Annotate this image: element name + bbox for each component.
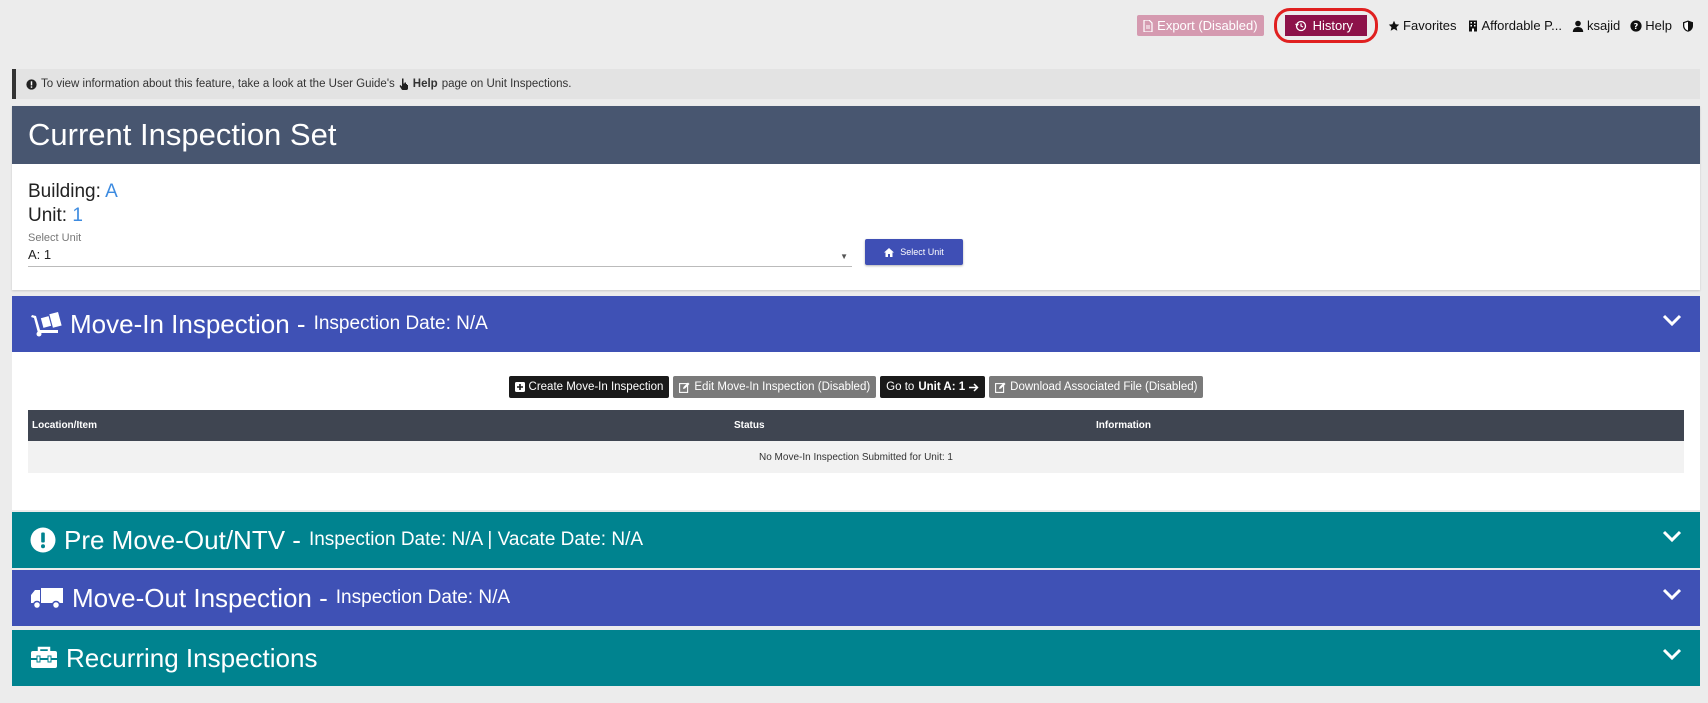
building-value: A [105, 181, 118, 202]
select-unit-label: Select Unit [28, 232, 82, 244]
column-status: Status [734, 420, 765, 431]
page-title: Current Inspection Set [28, 117, 337, 152]
export-button[interactable]: Export (Disabled) [1137, 15, 1264, 36]
affordable-link[interactable]: Affordable P... [1467, 18, 1562, 33]
download-file-button[interactable]: Download Associated File (Disabled) [989, 376, 1204, 398]
history-label: History [1312, 18, 1354, 33]
unit-value: 1 [72, 205, 83, 226]
toolbox-icon [31, 646, 57, 668]
pre-move-out-section-header[interactable]: Pre Move-Out/NTV - Inspection Date: N/A … [12, 512, 1700, 568]
current-inspection-set-card: Current Inspection Set Building: A Unit:… [12, 106, 1700, 290]
edit-move-in-button[interactable]: Edit Move-In Inspection (Disabled) [673, 376, 877, 398]
move-in-section-body: Create Move-In Inspection Edit Move-In I… [12, 352, 1700, 510]
column-location-item: Location/Item [32, 420, 98, 431]
move-in-section-header[interactable]: Move-In Inspection - Inspection Date: N/… [12, 296, 1700, 352]
caret-down-icon: ▼ [840, 252, 848, 261]
recurring-title: Recurring Inspections [66, 642, 318, 673]
history-highlight: History [1273, 8, 1379, 43]
exclamation-circle-icon [30, 527, 56, 553]
goto-unit: Unit A: 1 [918, 381, 966, 393]
chevron-down-icon[interactable] [1662, 314, 1682, 326]
help-label: Help [1645, 18, 1672, 33]
dolly-icon [31, 311, 62, 337]
info-help-link[interactable]: Help [413, 78, 438, 90]
current-inspection-set-header: Current Inspection Set [12, 106, 1700, 164]
pre-move-out-title: Pre Move-Out/NTV - [64, 524, 301, 555]
empty-message: No Move-In Inspection Submitted for Unit… [759, 451, 953, 463]
truck-icon [31, 588, 63, 610]
table-empty-row: No Move-In Inspection Submitted for Unit… [28, 441, 1684, 473]
unit-row: Unit: 1 [28, 204, 1684, 228]
help-link[interactable]: ? Help [1630, 18, 1672, 33]
chevron-down-icon[interactable] [1662, 648, 1682, 660]
chevron-down-icon[interactable] [1662, 530, 1682, 542]
top-nav: Export (Disabled) History Favorites Affo… [1137, 8, 1694, 43]
select-unit-button[interactable]: Select Unit [865, 239, 963, 265]
arrow-right-icon [969, 382, 979, 392]
hand-pointer-icon [399, 78, 408, 90]
building-label: Building: [28, 181, 101, 202]
move-out-title: Move-Out Inspection - [72, 582, 328, 613]
star-icon [1388, 20, 1400, 31]
question-circle-icon: ? [1630, 19, 1642, 32]
history-icon [1294, 20, 1306, 31]
shield-link[interactable] [1682, 20, 1694, 32]
unit-label: Unit: [28, 205, 68, 226]
chevron-down-icon[interactable] [1662, 588, 1682, 600]
building-icon [1468, 20, 1477, 31]
pre-move-out-subtitle: Inspection Date: N/A | Vacate Date: N/A [308, 529, 644, 550]
info-prefix: To view information about this feature, … [41, 78, 395, 90]
info-banner: To view information about this feature, … [12, 69, 1700, 99]
plus-square-icon [514, 382, 525, 392]
export-label: Export (Disabled) [1157, 18, 1258, 33]
goto-prefix: Go to [886, 381, 915, 393]
table-header: Location/Item Status Information [28, 410, 1684, 441]
goto-unit-button[interactable]: Go to Unit A: 1 [880, 376, 986, 398]
affordable-label: Affordable P... [1481, 18, 1562, 33]
svg-text:?: ? [1634, 22, 1639, 31]
move-in-actions: Create Move-In Inspection Edit Move-In I… [12, 376, 1700, 398]
move-out-section-header[interactable]: Move-Out Inspection - Inspection Date: N… [12, 570, 1700, 626]
favorites-link[interactable]: Favorites [1388, 18, 1457, 33]
info-circle-icon [26, 78, 37, 90]
select-unit-dropdown[interactable]: A: 1 ▼ [28, 244, 852, 267]
download-file-label: Download Associated File (Disabled) [1010, 381, 1198, 393]
user-label: ksajid [1587, 18, 1621, 33]
recurring-section-header[interactable]: Recurring Inspections [12, 630, 1700, 686]
move-in-table: Location/Item Status Information No Move… [28, 410, 1684, 473]
edit-move-in-label: Edit Move-In Inspection (Disabled) [694, 381, 871, 393]
edit-icon [679, 382, 690, 393]
column-information: Information [1096, 420, 1151, 431]
shield-icon [1683, 20, 1693, 32]
move-out-subtitle: Inspection Date: N/A [335, 587, 511, 608]
info-suffix: page on Unit Inspections. [441, 78, 572, 90]
history-button[interactable]: History [1284, 15, 1368, 36]
favorites-label: Favorites [1403, 18, 1457, 33]
move-in-title: Move-In Inspection - [70, 308, 306, 339]
create-move-in-button[interactable]: Create Move-In Inspection [508, 376, 670, 398]
user-link[interactable]: ksajid [1572, 18, 1620, 33]
move-in-subtitle: Inspection Date: N/A [313, 313, 488, 334]
select-unit-value: A: 1 [28, 247, 52, 262]
building-row: Building: A [28, 180, 1684, 204]
user-icon [1572, 20, 1584, 32]
file-icon [1143, 19, 1153, 32]
create-move-in-label: Create Move-In Inspection [528, 381, 664, 393]
select-unit-button-label: Select Unit [900, 247, 944, 257]
edit-icon [995, 382, 1006, 393]
current-inspection-set-body: Building: A Unit: 1 Select Unit A: 1 ▼ S… [12, 164, 1700, 283]
home-icon [884, 247, 895, 257]
